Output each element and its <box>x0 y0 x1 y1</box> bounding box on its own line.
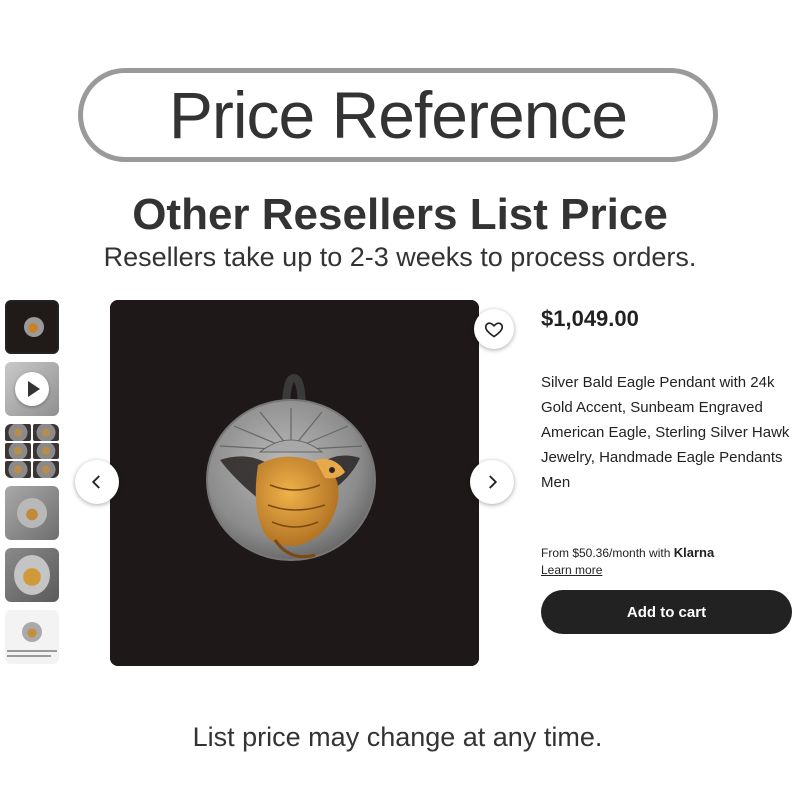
favorite-button[interactable] <box>474 309 514 349</box>
learn-more-link[interactable]: Learn more <box>541 563 602 577</box>
heart-icon <box>484 322 504 338</box>
thumbnail-pendant-closeup[interactable] <box>5 548 59 602</box>
thumbnail-video[interactable] <box>5 362 59 416</box>
price-disclaimer: List price may change at any time. <box>192 722 603 752</box>
product-title: Silver Bald Eagle Pendant with 24k Gold … <box>541 374 790 491</box>
thumbnail-pendant-white[interactable] <box>5 610 59 664</box>
chevron-left-icon <box>91 475 100 489</box>
previous-image-button[interactable] <box>75 460 119 504</box>
play-icon <box>15 372 49 406</box>
thumbnail-strip[interactable] <box>5 300 59 666</box>
add-to-cart-button[interactable]: Add to cart <box>541 590 792 634</box>
thumbnail-pendant-dark[interactable] <box>5 300 59 354</box>
page-subheading: Resellers take up to 2-3 weeks to proces… <box>103 242 697 272</box>
klarna-brand: Klarna <box>673 545 715 560</box>
product-price: $1,049.00 <box>541 306 639 331</box>
next-image-button[interactable] <box>470 460 514 504</box>
chevron-right-icon <box>489 475 498 489</box>
main-product-image <box>110 300 479 666</box>
klarna-installment: From $50.36/month with Klarna <box>541 545 714 560</box>
klarna-text: From $50.36/month with <box>541 546 671 560</box>
banner-title: Price Reference <box>168 78 628 152</box>
thumbnail-pendant-in-hand[interactable] <box>5 486 59 540</box>
page-heading: Other Resellers List Price <box>132 190 668 239</box>
pendant-illustration <box>110 300 479 666</box>
thumbnail-pendant-grid[interactable] <box>5 424 59 478</box>
price-reference-banner: Price Reference <box>78 68 718 162</box>
